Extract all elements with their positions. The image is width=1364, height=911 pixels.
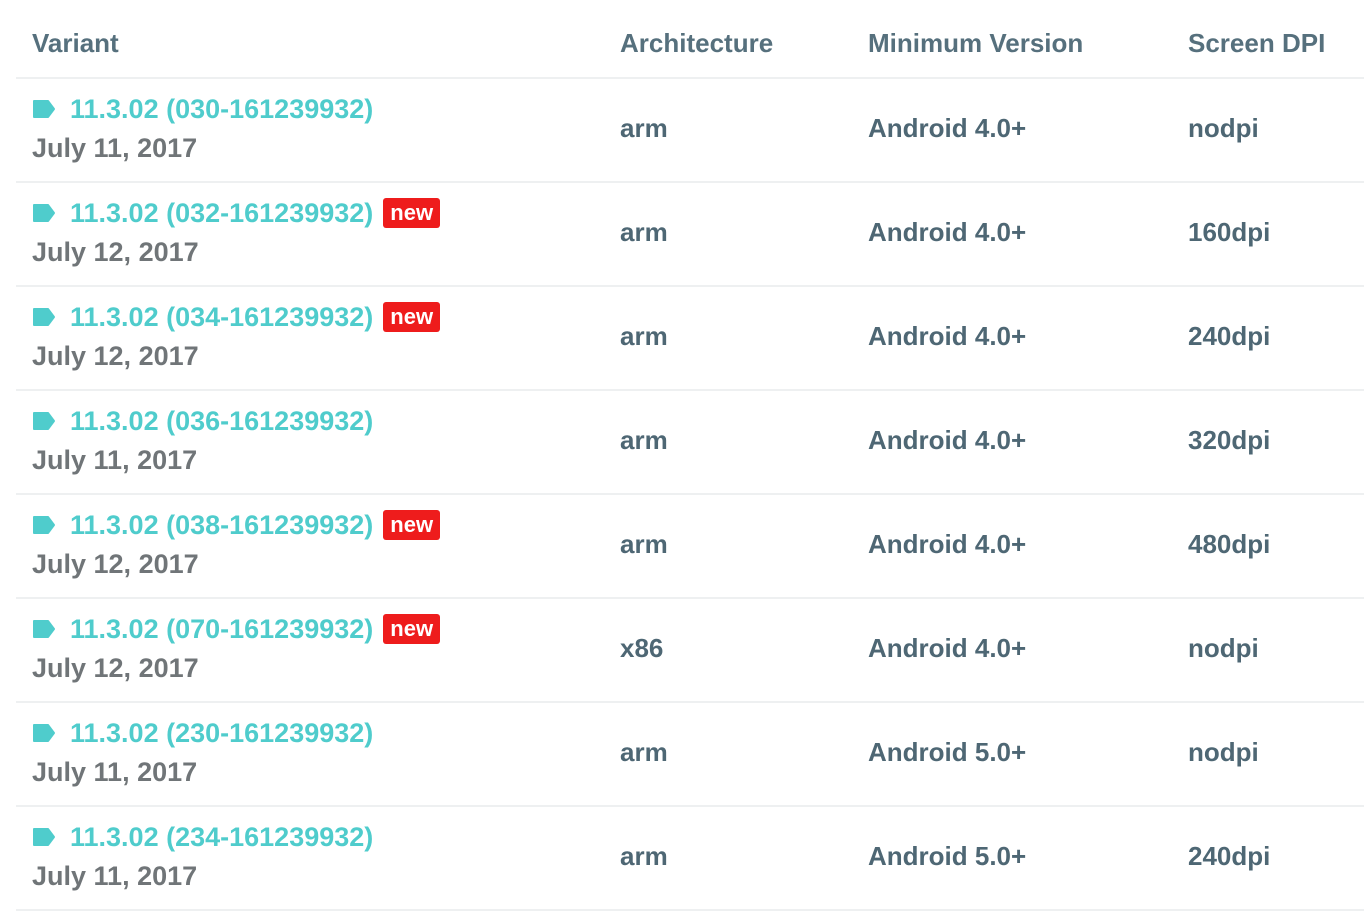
variant-line: 11.3.02 (034-161239932) new	[32, 299, 441, 335]
minimum-version-cell: Android 5.0+	[868, 737, 1027, 767]
architecture-cell: arm	[620, 321, 668, 351]
architecture-cell: arm	[620, 737, 668, 767]
variant-line: 11.3.02 (038-161239932) new	[32, 507, 441, 543]
variant-line: 11.3.02 (032-161239932) new	[32, 195, 441, 231]
screen-dpi-cell: nodpi	[1188, 113, 1259, 143]
screen-dpi-cell: 480dpi	[1188, 529, 1271, 559]
new-badge: new	[383, 510, 441, 540]
variant-line: 11.3.02 (230-161239932)	[32, 715, 373, 751]
table-row: 11.3.02 (030-161239932) July 11, 2017 ar…	[16, 79, 1364, 183]
table-row: 11.3.02 (038-161239932) new July 12, 201…	[16, 495, 1364, 599]
release-date: July 12, 2017	[32, 549, 199, 579]
screen-dpi-cell: nodpi	[1188, 737, 1259, 767]
variant-line: 11.3.02 (234-161239932)	[32, 819, 373, 855]
variant-link[interactable]: 11.3.02 (234-161239932)	[70, 822, 373, 853]
table-row: 11.3.02 (036-161239932) July 11, 2017 ar…	[16, 391, 1364, 495]
column-header-minimum-version[interactable]: Minimum Version	[868, 28, 1083, 59]
tag-icon	[32, 723, 56, 743]
variant-link[interactable]: 11.3.02 (070-161239932)	[70, 614, 373, 645]
table-row: 11.3.02 (032-161239932) new July 12, 201…	[16, 183, 1364, 287]
architecture-cell: arm	[620, 113, 668, 143]
minimum-version-cell: Android 4.0+	[868, 633, 1027, 663]
column-header-architecture[interactable]: Architecture	[620, 28, 773, 59]
screen-dpi-cell: 160dpi	[1188, 217, 1271, 247]
tag-icon	[32, 99, 56, 119]
screen-dpi-cell: nodpi	[1188, 633, 1259, 663]
minimum-version-cell: Android 4.0+	[868, 425, 1027, 455]
release-date: July 11, 2017	[32, 757, 198, 787]
release-date: July 12, 2017	[32, 237, 199, 267]
release-date: July 11, 2017	[32, 445, 198, 475]
architecture-cell: arm	[620, 425, 668, 455]
tag-icon	[32, 411, 56, 431]
variant-link[interactable]: 11.3.02 (030-161239932)	[70, 94, 373, 125]
tag-icon	[32, 203, 56, 223]
screen-dpi-cell: 240dpi	[1188, 841, 1271, 871]
release-date: July 12, 2017	[32, 653, 199, 683]
variant-link[interactable]: 11.3.02 (032-161239932)	[70, 198, 373, 229]
table-row: 11.3.02 (070-161239932) new July 12, 201…	[16, 599, 1364, 703]
tag-icon	[32, 827, 56, 847]
minimum-version-cell: Android 4.0+	[868, 529, 1027, 559]
release-date: July 11, 2017	[32, 861, 198, 891]
table-body: 11.3.02 (030-161239932) July 11, 2017 ar…	[16, 79, 1364, 911]
variant-link[interactable]: 11.3.02 (038-161239932)	[70, 510, 373, 541]
tag-icon	[32, 307, 56, 327]
table-header: Variant Architecture Minimum Version Scr…	[16, 0, 1364, 79]
tag-icon	[32, 515, 56, 535]
minimum-version-cell: Android 4.0+	[868, 321, 1027, 351]
release-date: July 11, 2017	[32, 133, 198, 163]
column-header-variant[interactable]: Variant	[32, 28, 119, 59]
variant-line: 11.3.02 (036-161239932)	[32, 403, 373, 439]
variant-link[interactable]: 11.3.02 (230-161239932)	[70, 718, 373, 749]
screen-dpi-cell: 240dpi	[1188, 321, 1271, 351]
architecture-cell: arm	[620, 217, 668, 247]
minimum-version-cell: Android 5.0+	[868, 841, 1027, 871]
new-badge: new	[383, 302, 441, 332]
tag-icon	[32, 619, 56, 639]
variant-line: 11.3.02 (070-161239932) new	[32, 611, 441, 647]
screen-dpi-cell: 320dpi	[1188, 425, 1271, 455]
table-row: 11.3.02 (230-161239932) July 11, 2017 ar…	[16, 703, 1364, 807]
table-row: 11.3.02 (034-161239932) new July 12, 201…	[16, 287, 1364, 391]
architecture-cell: arm	[620, 841, 668, 871]
minimum-version-cell: Android 4.0+	[868, 113, 1027, 143]
architecture-cell: x86	[620, 633, 664, 663]
new-badge: new	[383, 614, 441, 644]
variant-line: 11.3.02 (030-161239932)	[32, 91, 373, 127]
minimum-version-cell: Android 4.0+	[868, 217, 1027, 247]
variants-table: Variant Architecture Minimum Version Scr…	[16, 0, 1364, 911]
variant-link[interactable]: 11.3.02 (036-161239932)	[70, 406, 373, 437]
architecture-cell: arm	[620, 529, 668, 559]
new-badge: new	[383, 198, 441, 228]
table-row: 11.3.02 (234-161239932) July 11, 2017 ar…	[16, 807, 1364, 911]
column-header-screen-dpi[interactable]: Screen DPI	[1188, 28, 1325, 59]
release-date: July 12, 2017	[32, 341, 199, 371]
variant-link[interactable]: 11.3.02 (034-161239932)	[70, 302, 373, 333]
